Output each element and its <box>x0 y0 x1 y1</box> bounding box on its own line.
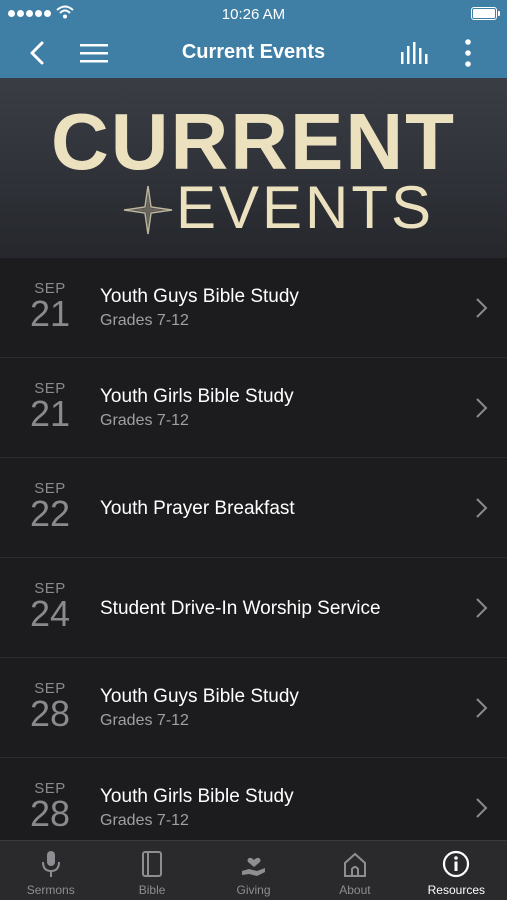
tab-bar: Sermons Bible Giving About Resources <box>0 840 507 900</box>
tab-giving[interactable]: Giving <box>203 841 304 900</box>
tab-sermons[interactable]: Sermons <box>0 841 101 900</box>
book-icon <box>142 851 163 877</box>
tab-label: Bible <box>138 883 166 897</box>
chevron-right-icon <box>476 698 488 718</box>
event-day: 21 <box>29 393 71 434</box>
event-subtitle: Grades 7-12 <box>100 412 189 429</box>
event-row[interactable]: SEP 28 Youth Guys Bible Study Grades 7-1… <box>0 658 507 758</box>
event-row[interactable]: SEP 21 Youth Guys Bible Study Grades 7-1… <box>0 258 507 358</box>
current-events-banner: CURRENT EVENTS <box>0 78 507 258</box>
event-day: 28 <box>29 793 71 834</box>
info-icon <box>443 850 470 878</box>
event-subtitle: Grades 7-12 <box>100 712 189 729</box>
chevron-right-icon <box>476 398 488 418</box>
event-title: Youth Prayer Breakfast <box>100 498 295 519</box>
tab-bible[interactable]: Bible <box>101 841 202 900</box>
chevron-right-icon <box>476 798 488 818</box>
battery-icon <box>471 7 500 20</box>
chevron-right-icon <box>476 498 488 518</box>
church-icon <box>343 852 366 877</box>
microphone-icon <box>41 851 60 877</box>
audio-bars-icon[interactable] <box>400 40 430 64</box>
page-title: Current Events <box>181 41 326 63</box>
tab-label: Resources <box>427 883 485 897</box>
event-row[interactable]: SEP 21 Youth Girls Bible Study Grades 7-… <box>0 358 507 458</box>
event-day: 28 <box>29 693 71 734</box>
giving-hand-icon <box>241 857 265 876</box>
event-day: 24 <box>29 593 71 634</box>
event-day: 21 <box>29 293 71 334</box>
tab-about[interactable]: About <box>304 841 405 900</box>
banner-subheading: EVENTS <box>176 174 435 241</box>
status-bar: 10:26 AM <box>0 0 507 28</box>
back-chevron-icon[interactable] <box>26 39 50 67</box>
event-title: Youth Guys Bible Study <box>100 686 299 707</box>
tab-label: About <box>339 883 371 897</box>
event-row[interactable]: SEP 22 Youth Prayer Breakfast <box>0 458 507 558</box>
event-list: SEP 21 Youth Guys Bible Study Grades 7-1… <box>0 258 507 858</box>
chevron-right-icon <box>476 298 488 318</box>
tab-resources[interactable]: Resources <box>406 841 507 900</box>
tab-label: Sermons <box>26 883 75 897</box>
event-title: Student Drive-In Worship Service <box>100 598 381 619</box>
event-title: Youth Guys Bible Study <box>100 286 299 307</box>
status-time: 10:26 AM <box>221 6 286 23</box>
cross-ornament-icon <box>123 185 173 235</box>
chevron-right-icon <box>476 598 488 618</box>
event-row[interactable]: SEP 24 Student Drive-In Worship Service <box>0 558 507 658</box>
hamburger-menu-icon[interactable] <box>80 42 108 64</box>
banner-heading: CURRENT <box>50 97 457 186</box>
more-options-icon[interactable] <box>462 38 474 68</box>
event-subtitle: Grades 7-12 <box>100 812 189 829</box>
navigation-bar: Current Events <box>0 28 507 78</box>
event-day: 22 <box>29 493 71 534</box>
event-subtitle: Grades 7-12 <box>100 312 189 329</box>
event-title: Youth Girls Bible Study <box>100 786 294 807</box>
tab-label: Giving <box>236 883 271 897</box>
event-title: Youth Girls Bible Study <box>100 386 294 407</box>
